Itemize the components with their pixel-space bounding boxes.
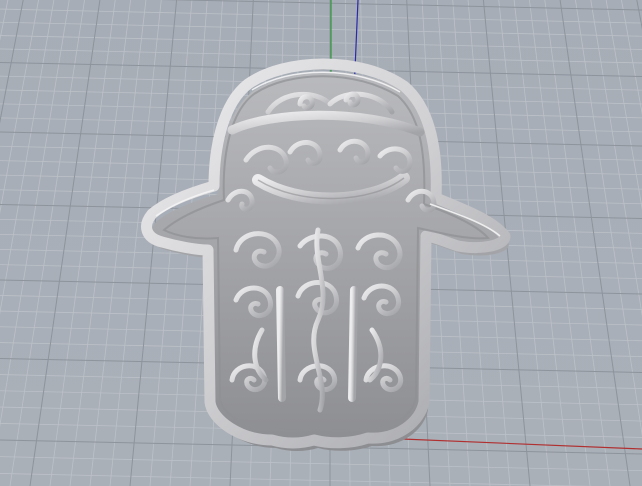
grid-line xyxy=(0,0,39,214)
grid-line xyxy=(590,0,642,317)
grid-line xyxy=(544,0,611,486)
grid-line xyxy=(559,0,631,486)
grid-line xyxy=(0,473,595,486)
grid-line xyxy=(9,0,85,486)
grid-line xyxy=(529,0,591,486)
grid-line xyxy=(575,0,642,437)
grid-line xyxy=(605,0,642,211)
grid-line xyxy=(0,0,55,315)
grid-line xyxy=(636,0,642,30)
grid-line xyxy=(69,0,131,486)
grid-line xyxy=(29,0,101,486)
grid-line xyxy=(0,35,642,50)
grid-line xyxy=(0,0,9,42)
grid-line xyxy=(0,456,642,472)
grid-line xyxy=(0,8,642,24)
grid-line xyxy=(49,0,116,486)
3d-viewport[interactable] xyxy=(0,0,642,486)
viewport-canvas[interactable] xyxy=(0,0,642,486)
grid-line xyxy=(0,0,70,428)
